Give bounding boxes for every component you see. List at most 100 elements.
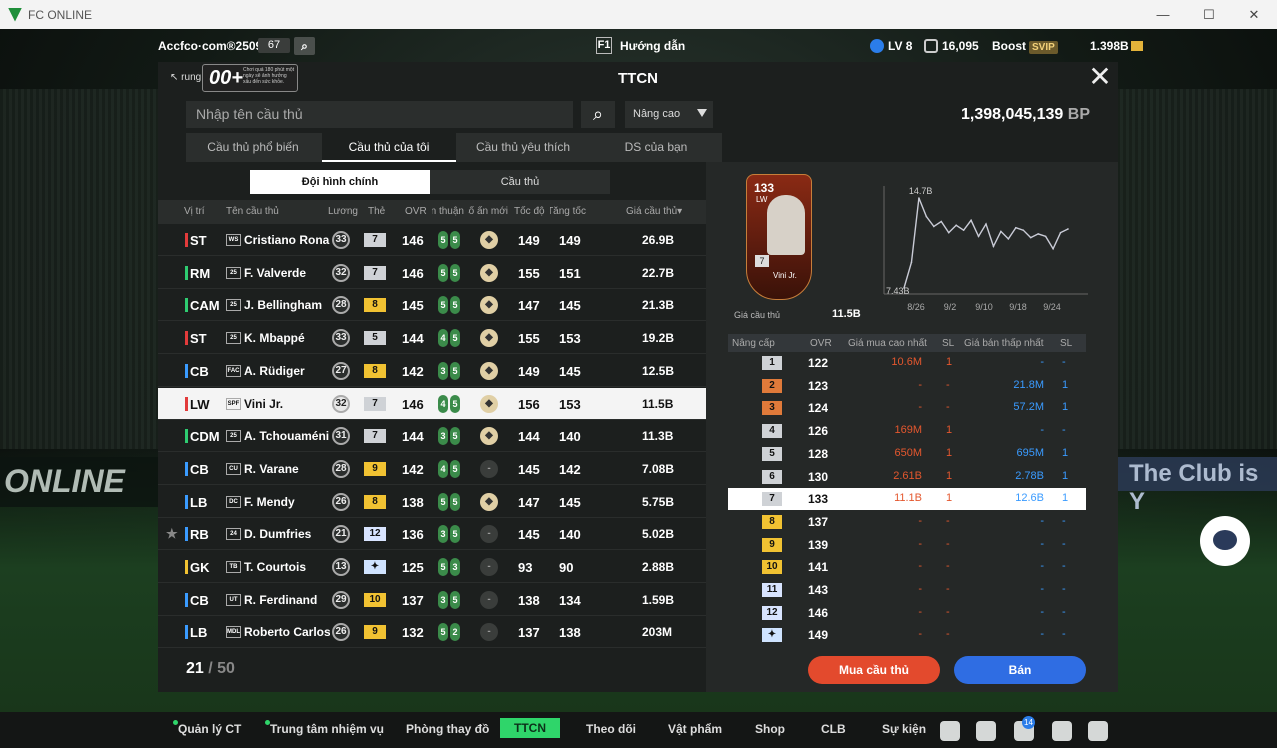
nav-locker-room[interactable]: Phòng thay đồ — [406, 722, 489, 736]
subtab-main-squad[interactable]: Đội hình chính — [250, 170, 430, 194]
player-search-input[interactable]: Nhập tên cầu thủ — [186, 101, 573, 128]
table-row[interactable]: RM 25 F. Valverde 32 7 146 5 5 ◆ 155 151 22.7B — [158, 257, 706, 289]
card-level-badge: 12 — [364, 527, 386, 542]
position-color-bar — [185, 527, 188, 542]
foot-icon: 55 — [438, 492, 460, 511]
table-row[interactable]: CDM 25 A. Tchouaméni 31 7 144 3 5 ◆ 144 140 11.3B — [158, 420, 706, 453]
profile-icon[interactable] — [1052, 721, 1072, 741]
upgrade-row[interactable]: 3 124 - - 57.2M 1 — [728, 397, 1086, 419]
table-row[interactable]: CB CU R. Varane 28 9 142 4 5 - 145 142 7.08B — [158, 453, 706, 485]
upgrade-row[interactable]: 8 137 - - - - — [728, 511, 1086, 533]
col-salary[interactable]: Lương — [328, 206, 358, 217]
settings-gear-icon[interactable] — [1088, 721, 1108, 741]
upgrade-row[interactable]: 2 123 - - 21.8M 1 — [728, 375, 1086, 397]
player-acceleration: 138 — [559, 625, 581, 641]
col-acceleration[interactable]: Tăng tốc — [550, 206, 586, 217]
col-name[interactable]: Tên cầu thủ — [226, 206, 279, 217]
tab-my-players[interactable]: Cầu thủ của tôi — [322, 133, 456, 162]
player-price: 19.2B — [642, 331, 675, 346]
col-foot[interactable]: Chân thuận — [432, 206, 464, 217]
lowest-sell-price: - — [1040, 424, 1044, 437]
sell-quantity: - — [1062, 514, 1066, 527]
table-row[interactable]: ST 25 K. Mbappé 33 5 144 4 5 ◆ 155 153 19.2B — [158, 322, 706, 355]
table-row[interactable]: CB FAC A. Rüdiger 27 8 142 3 5 ◆ 149 145 12.5B — [158, 355, 706, 387]
col-ovr[interactable]: OVR — [405, 206, 427, 217]
tab-favorites[interactable]: Cầu thủ yêu thích — [456, 133, 590, 162]
buy-quantity: 1 — [946, 424, 953, 437]
nav-events[interactable]: Sự kiện — [882, 722, 926, 736]
tab-popular[interactable]: Cầu thủ phổ biến — [186, 133, 320, 162]
advanced-dropdown[interactable]: Nâng cao — [625, 101, 713, 128]
nav-mission-center[interactable]: Trung tâm nhiệm vụ — [265, 720, 384, 736]
upgrade-level-badge: 9 — [762, 537, 782, 552]
position-color-bar — [185, 396, 188, 411]
col-hidden-trait[interactable]: Chỉ số ẩn mới — [468, 206, 508, 217]
player-card[interactable]: 133 LW 7 Vini Jr. — [746, 174, 812, 300]
table-row[interactable]: LW SPF Vini Jr. 32 7 146 4 5 ◆ 156 153 11.5B — [158, 387, 706, 420]
nav-squad-management[interactable]: Quản lý CT — [173, 720, 241, 736]
upgrade-row[interactable]: ✦ 149 - - - - — [728, 624, 1086, 646]
price-point — [1007, 238, 1010, 240]
upgrade-row[interactable]: 5 128 650M 1 695M 1 — [728, 443, 1086, 465]
right-foot: 2 — [450, 623, 460, 642]
col-price[interactable]: Giá cầu thủ▾ — [626, 206, 682, 217]
nav-club[interactable]: CLB — [821, 722, 846, 736]
left-foot: 5 — [438, 296, 448, 315]
buy-player-button[interactable]: Mua cầu thủ — [808, 656, 940, 684]
price-point — [933, 225, 935, 228]
account-search-icon[interactable]: ⌕ — [294, 37, 315, 55]
maximize-button[interactable]: ☐ — [1186, 0, 1232, 29]
tab-your-list[interactable]: DS của bạn — [590, 133, 722, 162]
hidden-trait-icon: ◆ — [480, 296, 498, 315]
col-card[interactable]: Thẻ — [368, 206, 385, 217]
favorite-star-icon[interactable]: ★ — [166, 526, 178, 542]
table-row[interactable]: ST WSCristiano Ronaldo33 7 146 55 ◆ 149 149 26.9… — [158, 224, 706, 256]
table-header: Vị trí Tên cầu thủ Lương Thẻ OVR Chân th… — [158, 200, 706, 224]
home-icon[interactable] — [976, 721, 996, 741]
upgrade-row[interactable]: 10 141 - - - - — [728, 556, 1086, 578]
upgrade-row[interactable]: 12 146 - - - - — [728, 602, 1086, 624]
sell-quantity: 1 — [1062, 401, 1069, 414]
nav-shop[interactable]: Shop — [755, 722, 785, 736]
player-name: A. Rüdiger — [244, 363, 305, 378]
nav-watchlist[interactable]: Theo dõi — [586, 722, 636, 736]
minimize-button[interactable]: — — [1140, 0, 1186, 29]
chat-icon[interactable] — [940, 721, 960, 741]
table-row[interactable]: GK TB T. Courtois 13 ✦ 125 5 3 - 93 90 2.88B — [158, 551, 706, 583]
guide-link[interactable]: Hướng dẫn — [620, 39, 685, 53]
club-badge-icon: 25 — [226, 430, 241, 443]
upgrade-row[interactable]: 9 139 - - - - — [728, 534, 1086, 556]
upgrade-row[interactable]: 7 133 11.1B 1 12.6B 1 — [728, 488, 1086, 511]
table-row[interactable]: LB DC F. Mendy 26 8 138 5 5 ◆ 147 145 5.75B — [158, 486, 706, 518]
sell-quantity: - — [1062, 537, 1066, 550]
table-row[interactable]: CAM 25 J. Bellingham 28 8 145 5 5 ◆ 147 145 21.3B — [158, 289, 706, 322]
upgrade-row[interactable]: 1 122 10.6M 1 - - — [728, 352, 1086, 374]
table-row[interactable]: LB MDL Roberto Carlos 26 9 132 5 2 - 137 138 203M — [158, 616, 706, 649]
player-ovr: 125 — [402, 560, 424, 575]
club-badge-icon: FAC — [226, 364, 241, 377]
sell-button[interactable]: Bán — [954, 656, 1086, 684]
price-point — [910, 261, 913, 264]
col-position[interactable]: Vị trí — [184, 206, 205, 217]
sell-quantity: - — [1062, 605, 1066, 618]
player-ovr: 136 — [402, 527, 424, 543]
subtab-players[interactable]: Cầu thủ — [430, 170, 610, 194]
upgrade-ovr: 130 — [808, 469, 829, 484]
support-chat-button[interactable] — [1200, 516, 1250, 566]
boost-indicator[interactable]: Boost SVIP — [992, 39, 1058, 54]
highest-buy-price: 10.6M — [891, 356, 922, 368]
upgrade-row[interactable]: 6 130 2.61B 1 2.78B 1 — [728, 466, 1086, 488]
nav-transfer-market[interactable]: TTCN — [500, 718, 560, 738]
upgrade-row[interactable]: 4 126 169M 1 - - — [728, 420, 1086, 442]
table-row[interactable]: ★ RB 24 D. Dumfries 21 12 136 3 5 - 145 140 5.02B — [158, 518, 706, 551]
upgrade-row[interactable]: 11 143 - - - - — [728, 579, 1086, 601]
card-level-badge: 9 — [364, 625, 386, 640]
player-price: 5.02B — [642, 527, 675, 542]
sell-quantity: - — [1062, 424, 1066, 437]
table-row[interactable]: CB UT R. Ferdinand 29 10 137 3 5 - 138 134 1.59B — [158, 584, 706, 616]
close-window-button[interactable]: ✕ — [1231, 0, 1277, 29]
search-icon[interactable]: ⌕ — [581, 101, 615, 128]
nav-items[interactable]: Vật phẩm — [668, 722, 722, 736]
close-icon[interactable]: ✕ — [1088, 63, 1112, 91]
col-speed[interactable]: Tốc độ — [514, 206, 545, 217]
